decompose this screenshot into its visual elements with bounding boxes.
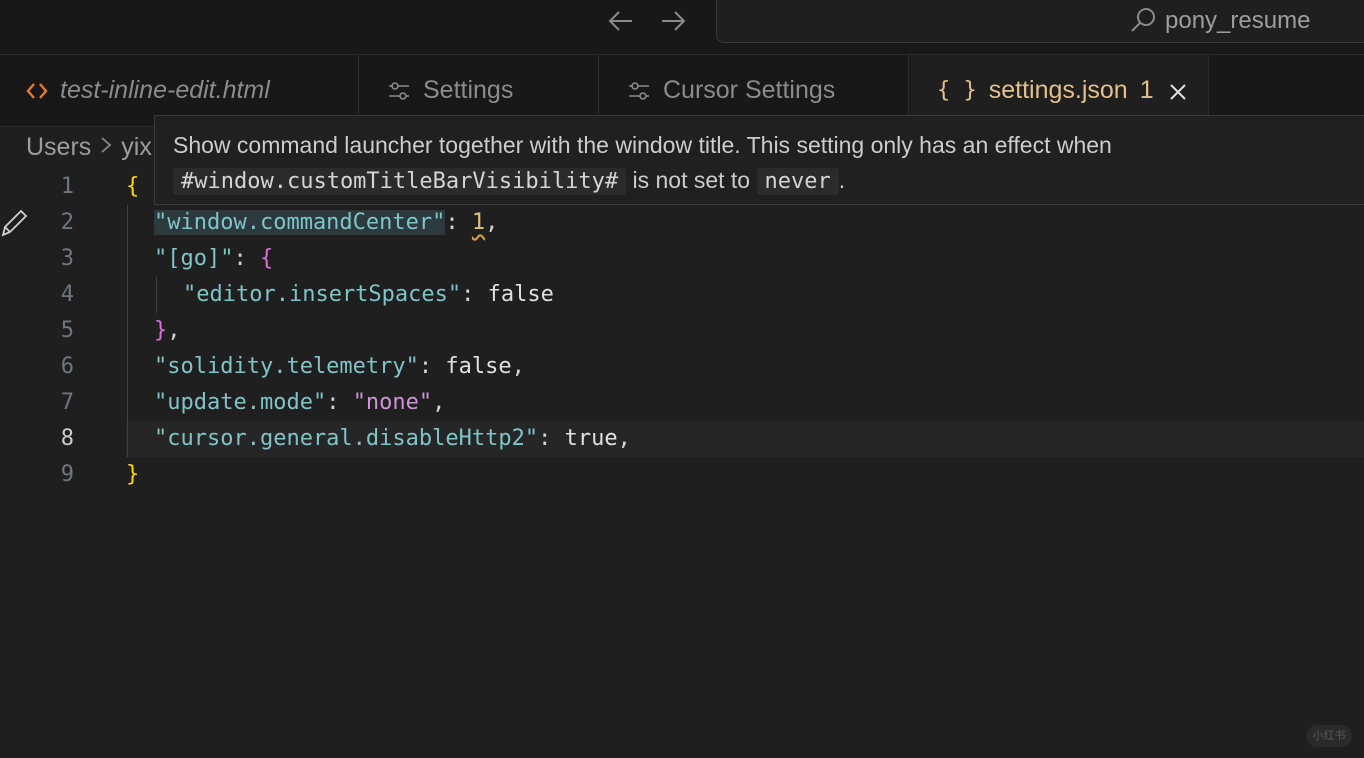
tab-label: test-inline-edit.html xyxy=(60,76,270,104)
code-line-1: { xyxy=(126,174,140,199)
breadcrumb-item-folder[interactable]: yix xyxy=(121,133,152,162)
hover-description-line2: #window.customTitleBarVisibility# is not… xyxy=(173,163,1350,199)
workspace-name: pony_resume xyxy=(1165,7,1311,34)
code-line-8: "cursor.general.disableHttp2": true, xyxy=(154,426,631,451)
code-line-6: "solidity.telemetry": false, xyxy=(154,354,525,379)
settings-sliders-icon xyxy=(627,80,651,102)
arrow-right-icon[interactable] xyxy=(658,6,688,42)
title-bar: pony_resume xyxy=(0,0,1364,55)
code-line-2: "window.commandCenter": 1, xyxy=(154,210,499,235)
indent-guide xyxy=(156,277,157,313)
settings-sliders-icon xyxy=(387,80,411,102)
search-icon xyxy=(1129,6,1157,34)
code-line-9: } xyxy=(126,462,140,487)
hover-tooltip: Show command launcher together with the … xyxy=(154,115,1364,205)
code-line-4: "editor.insertSpaces": false xyxy=(183,282,554,307)
line-number: 4 xyxy=(60,282,74,307)
pencil-edit-icon[interactable] xyxy=(0,208,28,238)
tab-label: Cursor Settings xyxy=(663,76,836,104)
close-icon[interactable] xyxy=(1168,80,1188,100)
line-number: 7 xyxy=(60,390,74,415)
line-number-current: 8 xyxy=(60,426,74,451)
code-line-5: }, xyxy=(154,318,181,343)
line-number: 5 xyxy=(60,318,74,343)
watermark-logo: 小红书 xyxy=(1306,725,1352,747)
line-number: 9 xyxy=(60,462,74,487)
tab-label: settings.json xyxy=(988,75,1128,104)
command-center[interactable]: pony_resume xyxy=(716,0,1364,43)
chevron-right-icon xyxy=(99,134,113,162)
hover-description: Show command launcher together with the … xyxy=(173,132,1112,158)
line-number: 3 xyxy=(60,246,74,271)
setting-reference[interactable]: #window.customTitleBarVisibility# xyxy=(173,168,627,195)
json-braces-icon: { } xyxy=(937,77,977,103)
code-line-3: "[go]": { xyxy=(154,246,274,271)
html-code-icon xyxy=(26,81,48,101)
editor[interactable]: Users yix 1 2 3 4 5 6 7 8 9 { "window.co… xyxy=(0,127,1364,758)
tab-label: Settings xyxy=(423,76,514,104)
arrow-left-icon[interactable] xyxy=(606,6,636,42)
breadcrumb: Users yix xyxy=(26,133,152,162)
problem-count-badge: 1 xyxy=(1139,75,1154,104)
indent-guide xyxy=(127,205,128,457)
setting-value-code: never xyxy=(756,168,839,195)
line-number: 1 xyxy=(60,174,74,199)
breadcrumb-item-users[interactable]: Users xyxy=(26,133,91,162)
code-line-7: "update.mode": "none", xyxy=(154,390,446,415)
line-number: 6 xyxy=(60,354,74,379)
